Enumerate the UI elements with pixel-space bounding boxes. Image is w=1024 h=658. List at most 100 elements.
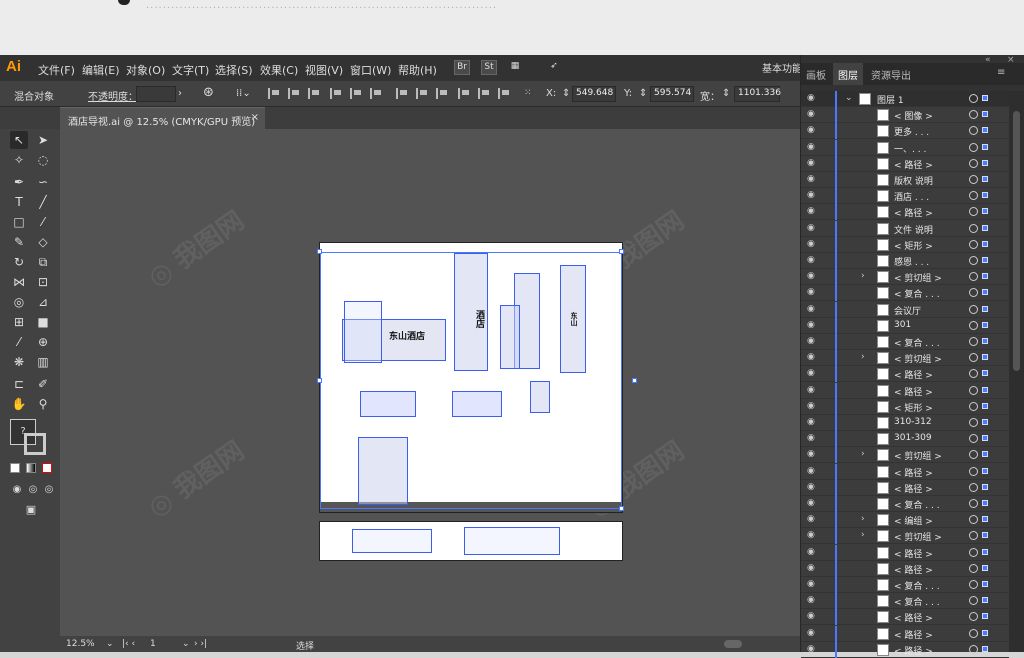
visibility-eye-icon[interactable]: ◉ bbox=[807, 239, 819, 249]
paintbrush-tool-icon[interactable]: ⁄ bbox=[34, 213, 52, 231]
screen-mode-icon[interactable]: ▣ bbox=[22, 501, 40, 519]
width-field[interactable]: 1101.336 bbox=[734, 86, 781, 102]
expand-arrow-icon[interactable]: › bbox=[861, 352, 865, 362]
visibility-eye-icon[interactable]: ◉ bbox=[807, 256, 819, 265]
selection-square-icon[interactable] bbox=[982, 208, 988, 215]
opacity-label[interactable]: 不透明度： bbox=[88, 88, 138, 103]
selection-tool-icon[interactable]: ↖ bbox=[10, 131, 28, 149]
x-field[interactable]: 549.648 bbox=[572, 86, 616, 102]
target-circle-icon[interactable] bbox=[969, 320, 978, 330]
layers-scrollbar[interactable] bbox=[1009, 91, 1024, 652]
recolor-icon[interactable]: ⊛ bbox=[203, 85, 214, 100]
floor-directory-sign[interactable] bbox=[358, 437, 408, 505]
visibility-eye-icon[interactable]: ◉ bbox=[807, 596, 819, 605]
selection-square-icon[interactable] bbox=[982, 370, 988, 377]
distribute-right-icon[interactable] bbox=[498, 88, 510, 99]
layer-row[interactable]: ◉ › < 剪切组 > bbox=[801, 269, 1009, 286]
selection-square-icon[interactable] bbox=[982, 176, 988, 182]
target-circle-icon[interactable] bbox=[969, 239, 978, 249]
visibility-eye-icon[interactable]: ◉ bbox=[807, 515, 819, 524]
blend-tool-icon[interactable]: ⊕ bbox=[34, 333, 52, 351]
layer-row[interactable]: ◉ < 复合 . . . bbox=[801, 577, 1009, 593]
target-circle-icon[interactable] bbox=[969, 191, 978, 201]
visibility-eye-icon[interactable]: ◉ bbox=[807, 385, 819, 395]
pen-tool-icon[interactable]: ✒ bbox=[10, 173, 28, 191]
visibility-eye-icon[interactable]: ◉ bbox=[807, 450, 819, 459]
target-circle-icon[interactable] bbox=[969, 628, 978, 638]
perspective-grid-tool-icon[interactable]: ⊿ bbox=[34, 293, 52, 311]
target-circle-icon[interactable] bbox=[969, 94, 978, 103]
close-tab-icon[interactable]: × bbox=[251, 112, 259, 123]
slice-tool-icon[interactable]: ✐ bbox=[34, 375, 52, 393]
target-circle-icon[interactable] bbox=[969, 288, 978, 298]
zoom-dropdown-icon[interactable]: ⌄ bbox=[106, 639, 114, 649]
visibility-eye-icon[interactable]: ◉ bbox=[807, 175, 819, 184]
selection-square-icon[interactable] bbox=[982, 240, 988, 247]
visibility-eye-icon[interactable]: ◉ bbox=[807, 547, 819, 557]
selection-handle[interactable] bbox=[317, 249, 322, 254]
layer-row[interactable]: ◉ < 路径 > bbox=[801, 463, 1009, 480]
visibility-eye-icon[interactable]: ◉ bbox=[807, 434, 819, 443]
distribute-vcenter-icon[interactable] bbox=[416, 88, 428, 99]
visibility-eye-icon[interactable]: ◉ bbox=[807, 369, 819, 378]
layer-row[interactable]: ◉ < 复合 . . . bbox=[801, 593, 1009, 610]
layer-row[interactable]: ◉ 感恩 . . . bbox=[801, 253, 1009, 269]
rotate-tool-icon[interactable]: ↻ bbox=[10, 253, 28, 271]
selection-square-icon[interactable] bbox=[982, 289, 988, 296]
target-circle-icon[interactable] bbox=[969, 401, 978, 411]
selection-square-icon[interactable] bbox=[982, 305, 988, 312]
opacity-arrow-icon[interactable]: › bbox=[178, 88, 182, 99]
menu-view[interactable]: 视图(V) bbox=[305, 62, 343, 78]
shape-builder-tool-icon[interactable]: ◎ bbox=[10, 293, 28, 311]
layer-row[interactable]: ◉ ⌄ 图层 1 bbox=[801, 91, 1009, 107]
layer-row[interactable]: ◉ < 路径 > bbox=[801, 366, 1009, 383]
target-circle-icon[interactable] bbox=[969, 499, 978, 508]
target-circle-icon[interactable] bbox=[969, 644, 978, 654]
notes-block-left[interactable] bbox=[352, 529, 432, 553]
layer-row[interactable]: ◉ < 路径 > bbox=[801, 641, 1009, 658]
target-circle-icon[interactable] bbox=[969, 175, 978, 184]
visibility-eye-icon[interactable]: ◉ bbox=[807, 288, 819, 297]
rectangle-tool-icon[interactable]: □ bbox=[10, 213, 28, 231]
menu-window[interactable]: 窗口(W) bbox=[350, 62, 391, 78]
selection-square-icon[interactable] bbox=[982, 95, 988, 101]
selection-square-icon[interactable] bbox=[982, 548, 988, 555]
visibility-eye-icon[interactable]: ◉ bbox=[807, 644, 819, 654]
layer-row[interactable]: ◉ 酒店 . . . bbox=[801, 188, 1009, 205]
layer-row[interactable]: ◉ < 路径 > bbox=[801, 155, 1009, 172]
lasso-tool-icon[interactable]: ◌ bbox=[34, 151, 52, 169]
visibility-eye-icon[interactable]: ◉ bbox=[807, 158, 819, 168]
panel-menu-icon[interactable]: ≡ bbox=[997, 67, 1005, 78]
selection-square-icon[interactable] bbox=[982, 127, 988, 134]
selection-handle[interactable] bbox=[317, 378, 322, 383]
target-circle-icon[interactable] bbox=[969, 612, 978, 622]
selection-square-icon[interactable] bbox=[982, 338, 988, 344]
visibility-eye-icon[interactable]: ◉ bbox=[807, 337, 819, 346]
target-circle-icon[interactable] bbox=[969, 110, 978, 120]
target-circle-icon[interactable] bbox=[969, 580, 978, 589]
visibility-eye-icon[interactable]: ◉ bbox=[807, 628, 819, 638]
opacity-field[interactable] bbox=[136, 86, 176, 102]
target-circle-icon[interactable] bbox=[969, 223, 978, 233]
selection-square-icon[interactable] bbox=[982, 629, 988, 636]
layer-row[interactable]: ◉ < 路径 > bbox=[801, 382, 1009, 399]
distribute-left-icon[interactable] bbox=[458, 88, 470, 99]
target-circle-icon[interactable] bbox=[969, 126, 978, 136]
distribute-bottom-icon[interactable] bbox=[436, 88, 448, 99]
next-artboard-icon[interactable]: › ›| bbox=[194, 639, 207, 649]
selection-square-icon[interactable] bbox=[982, 516, 988, 523]
selection-square-icon[interactable] bbox=[982, 386, 988, 393]
layer-row[interactable]: ◉ › < 剪切组 > bbox=[801, 447, 1009, 464]
layer-row[interactable]: ◉ › < 剪切组 > bbox=[801, 350, 1009, 367]
mesh-tool-icon[interactable]: ⊞ bbox=[10, 313, 28, 331]
gpu-performance-icon[interactable]: ➶ bbox=[546, 60, 562, 75]
visibility-eye-icon[interactable]: ◉ bbox=[807, 320, 819, 330]
eraser-tool-icon[interactable]: ◇ bbox=[34, 233, 52, 251]
selection-square-icon[interactable] bbox=[982, 645, 988, 652]
align-hcenter-icon[interactable] bbox=[288, 88, 300, 99]
small-door-sign[interactable] bbox=[530, 381, 550, 413]
target-circle-icon[interactable] bbox=[969, 158, 978, 168]
target-circle-icon[interactable] bbox=[969, 369, 978, 379]
artboard-tool-icon[interactable]: ⊏ bbox=[10, 375, 28, 393]
selection-handle[interactable] bbox=[619, 249, 624, 254]
